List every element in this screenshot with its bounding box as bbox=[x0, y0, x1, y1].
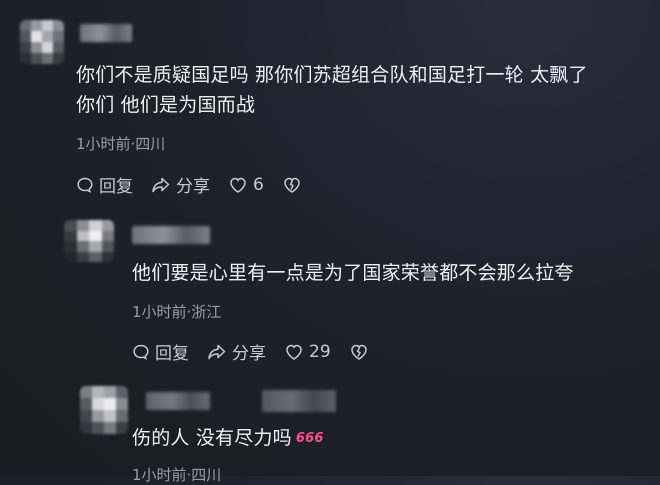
avatar[interactable] bbox=[20, 20, 64, 64]
comment-text: 他们要是心里有一点是为了国家荣誉都不会那么拉夸 bbox=[132, 262, 574, 284]
dislike-heart-icon bbox=[350, 344, 367, 360]
emoji-666: 666 bbox=[295, 431, 324, 446]
comment-meta: 1小时前·浙江 bbox=[132, 303, 222, 321]
reply-label: 回复 bbox=[99, 177, 133, 197]
share-button[interactable]: 分享 bbox=[151, 172, 210, 197]
share-label: 分享 bbox=[176, 177, 210, 197]
like-count: 6 bbox=[253, 174, 264, 195]
share-icon bbox=[208, 344, 226, 359]
reply-icon bbox=[133, 344, 149, 360]
comment-text-content: 伤的人 没有尽力吗 bbox=[132, 427, 292, 449]
like-count: 29 bbox=[309, 341, 331, 362]
dislike-button[interactable] bbox=[349, 343, 374, 361]
reply-label: 回复 bbox=[155, 344, 189, 364]
dislike-button[interactable] bbox=[282, 176, 307, 194]
avatar[interactable] bbox=[80, 386, 128, 434]
like-button[interactable]: 6 bbox=[228, 175, 264, 195]
like-heart-icon bbox=[230, 177, 246, 193]
username-blurred-suffix bbox=[262, 390, 336, 412]
username-blurred[interactable] bbox=[80, 24, 132, 42]
like-button[interactable]: 29 bbox=[284, 342, 331, 362]
comment-meta: 1小时前·四川 bbox=[76, 135, 166, 153]
like-heart-icon bbox=[286, 344, 302, 360]
username-blurred[interactable] bbox=[146, 392, 210, 410]
comment-text: 伤的人 没有尽力吗 666 bbox=[132, 421, 324, 456]
comment-actions: 回复 分享 29 bbox=[132, 339, 392, 364]
dislike-heart-icon bbox=[284, 177, 300, 193]
comment-text-line: 你们 他们是为国而战 bbox=[76, 94, 256, 116]
reply-button[interactable]: 回复 bbox=[132, 339, 189, 364]
comment-text-line: 你们不是质疑国足吗 那你们苏超组合队和国足打一轮 太飘了 bbox=[76, 64, 588, 86]
username-blurred[interactable] bbox=[132, 226, 210, 244]
share-label: 分享 bbox=[232, 344, 266, 364]
avatar[interactable] bbox=[64, 220, 114, 262]
comment-meta: 1小时前·四川 bbox=[132, 466, 222, 484]
share-icon bbox=[152, 177, 170, 192]
comment-actions: 回复 分享 6 bbox=[76, 172, 325, 197]
reply-icon bbox=[77, 177, 93, 193]
share-button[interactable]: 分享 bbox=[207, 339, 266, 364]
reply-button[interactable]: 回复 bbox=[76, 172, 133, 197]
